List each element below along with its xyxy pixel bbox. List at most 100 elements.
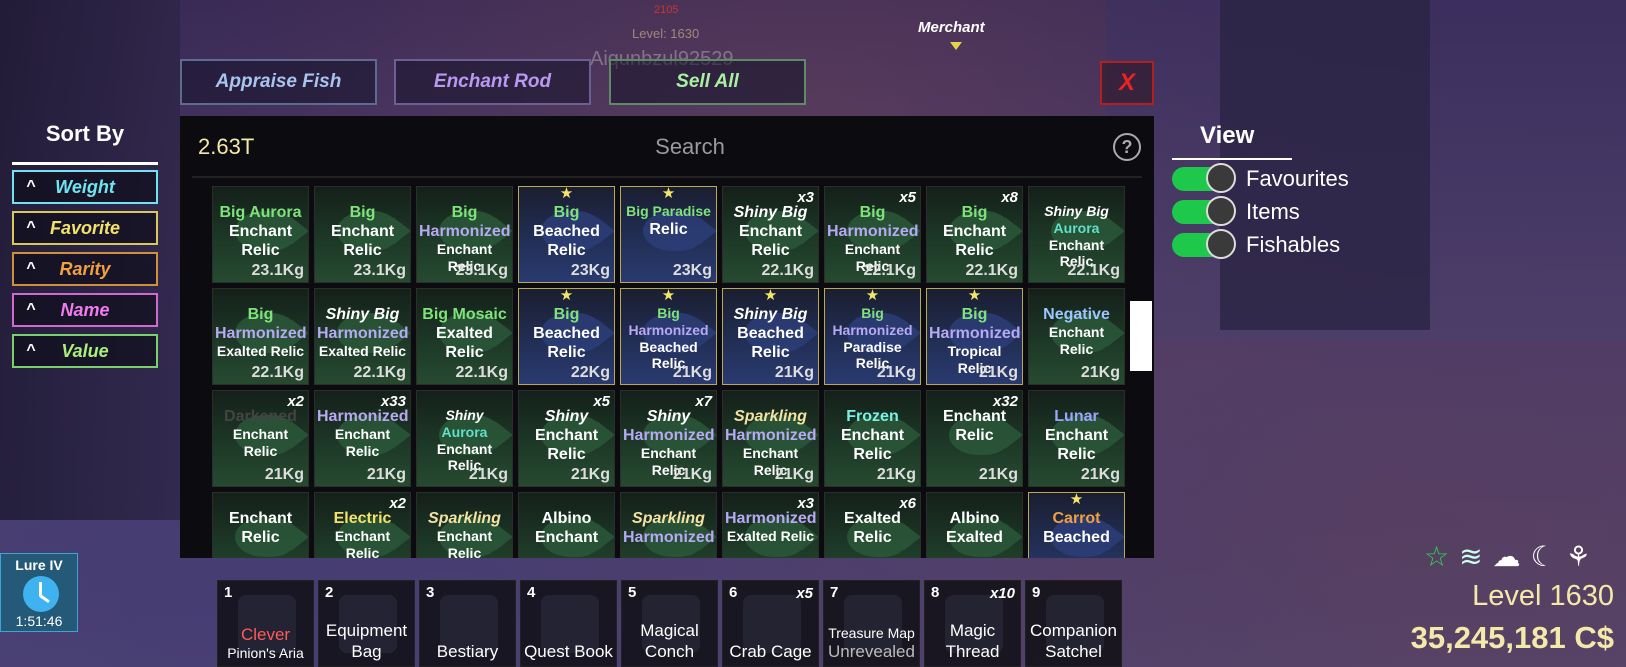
hotbar-slot-label: Magical Conch [624, 621, 715, 662]
hotbar-slot-7[interactable]: 7 Treasure Map Unrevealed [823, 580, 920, 667]
hotbar-slot-label: Treasure Map Unrevealed [826, 625, 917, 662]
inventory-item[interactable]: Big Mosaic Exalted Relic 22.1Kg [416, 288, 513, 385]
inventory-item[interactable]: ★ Big Beached Relic 23Kg [518, 186, 615, 283]
inventory-item[interactable]: ★ Carrot Beached [1028, 492, 1125, 558]
item-name-line: Enchant Relic [436, 528, 493, 558]
inventory-item[interactable]: x5 Shiny Enchant Relic 21Kg [518, 390, 615, 487]
hotbar-slot-2[interactable]: 2 Equipment Bag [318, 580, 415, 667]
inventory-item[interactable]: Sparkling Harmonized Enchant Relic 21Kg [722, 390, 819, 487]
inventory-item[interactable]: x7 Shiny Harmonized Enchant Relic 21Kg [620, 390, 717, 487]
item-name: Harmonized Exalted Relic [725, 509, 817, 545]
item-name-line: Relic [751, 242, 790, 260]
search-input[interactable] [480, 130, 900, 164]
inventory-item[interactable]: Big Aurora Enchant Relic 23.1Kg [212, 186, 309, 283]
item-weight: 22Kg [570, 364, 610, 381]
player-level: Level 1630 [1472, 580, 1614, 612]
inventory-item[interactable]: Lunar Enchant Relic 21Kg [1028, 390, 1125, 487]
inventory-item[interactable]: x6 Exalted Relic [824, 492, 921, 558]
background-door [1220, 0, 1430, 330]
item-weight: 23.1Kg [353, 262, 406, 279]
inventory-item[interactable]: ★ Big Harmonized Beached Relic 21Kg [620, 288, 717, 385]
inventory-item[interactable]: Big Enchant Relic 23.1Kg [314, 186, 411, 283]
toggle-switch[interactable] [1172, 196, 1236, 226]
item-name-line: Exalted [844, 510, 901, 527]
view-toggle-favourites[interactable]: Favourites [1172, 163, 1349, 193]
inventory-item[interactable]: Albino Exalted [926, 492, 1023, 558]
favorite-star-icon: ★ [661, 288, 676, 304]
sort-by-title: Sort By [45, 121, 125, 146]
item-name-line: Big [961, 306, 988, 323]
inventory-item[interactable]: Albino Enchant [518, 492, 615, 558]
view-toggle-fishables[interactable]: Fishables [1172, 229, 1341, 259]
item-name-line: Big [451, 204, 478, 221]
inventory-scrollbar[interactable] [1130, 301, 1152, 371]
inventory-item[interactable]: x3 Shiny Big Enchant Relic 22.1Kg [722, 186, 819, 283]
sort-name-button[interactable]: ^ Name [12, 293, 158, 327]
hotbar-slot-3[interactable]: 3 Bestiary [419, 580, 516, 667]
inventory-item[interactable]: Frozen Enchant Relic 21Kg [824, 390, 921, 487]
hotbar-slot-5[interactable]: 5 Magical Conch [621, 580, 718, 667]
chevron-up-icon: ^ [26, 301, 36, 318]
item-name: Carrot Beached [1031, 509, 1122, 547]
inventory-item[interactable]: x33 Harmonized Enchant Relic 21Kg [314, 390, 411, 487]
item-name-line: Enchant [942, 223, 1007, 241]
item-name-line: Big [657, 305, 680, 321]
item-weight: 21Kg [1080, 466, 1120, 483]
hotbar-slot-6[interactable]: 6 x5 Crab Cage [722, 580, 819, 667]
toggle-label: Fishables [1246, 232, 1341, 257]
inventory-item[interactable]: x2 Darkened Enchant Relic 21Kg [212, 390, 309, 487]
sell-all-button[interactable]: Sell All [609, 59, 806, 105]
view-toggle-items[interactable]: Items [1172, 196, 1300, 226]
hotbar-slot-9[interactable]: 9 Companion Satchel [1025, 580, 1122, 667]
status-icons: ☆ ≋ ☁ ☾ ⚘ [1424, 540, 1591, 573]
inventory-item[interactable]: x32 Enchant Relic 21Kg [926, 390, 1023, 487]
inventory-item[interactable]: ★ Shiny Big Beached Relic 21Kg [722, 288, 819, 385]
item-name-line: Exalted [946, 529, 1003, 547]
item-name-line: Sparkling [734, 408, 807, 425]
sort-rarity-button[interactable]: ^ Rarity [12, 252, 158, 286]
hotbar-slot-number: 5 [628, 584, 637, 601]
appraise-fish-button[interactable]: Appraise Fish [180, 59, 377, 105]
enchant-rod-button[interactable]: Enchant Rod [394, 59, 591, 105]
inventory-item[interactable]: Sparkling Enchant Relic [416, 492, 513, 558]
inventory-item[interactable]: Sparkling Harmonized [620, 492, 717, 558]
inventory-item[interactable]: x2 Electric Enchant Relic [314, 492, 411, 558]
inventory-item[interactable]: Shiny Aurora Enchant Relic 21Kg [416, 390, 513, 487]
inventory-item[interactable]: ★ Big Paradise Relic 23Kg [620, 186, 717, 283]
damage-tag: 2105 [654, 4, 679, 16]
sort-weight-button[interactable]: ^ Weight [12, 170, 158, 204]
item-weight: 21Kg [774, 466, 814, 483]
inventory-item[interactable]: ★ Big Harmonized Paradise Relic 21Kg [824, 288, 921, 385]
hotbar-slot-label-line: Quest Book [524, 641, 613, 661]
inventory-item[interactable]: Enchant Relic [212, 492, 309, 558]
hotbar-slot-1[interactable]: 1 Clever Pinion's Aria [217, 580, 314, 667]
item-name-line: Enchant [228, 223, 293, 241]
inventory-item[interactable]: x3 Harmonized Exalted Relic [722, 492, 819, 558]
toggle-label: Favourites [1246, 166, 1349, 191]
inventory-item[interactable]: Big Harmonized Exalted Relic 22.1Kg [212, 288, 309, 385]
item-name-line: Carrot [1052, 510, 1101, 527]
merchant-label: Merchant [918, 19, 985, 36]
hotbar-slot-8[interactable]: 8 x10 Magic Thread [924, 580, 1021, 667]
sort-favorite-button[interactable]: ^ Favorite [12, 211, 158, 245]
sort-value-button[interactable]: ^ Value [12, 334, 158, 368]
close-button[interactable]: X [1100, 61, 1154, 105]
hotbar-slot-label-line: Pinion's Aria [227, 645, 304, 662]
help-icon[interactable]: ? [1113, 133, 1141, 161]
favorite-star-icon: ★ [559, 288, 574, 304]
inventory-item[interactable]: ★ Big Beached Relic 22Kg [518, 288, 615, 385]
toggle-switch[interactable] [1172, 229, 1236, 259]
item-name-line: Harmonized [929, 325, 1021, 343]
inventory-item[interactable]: x8 Big Enchant Relic 22.1Kg [926, 186, 1023, 283]
inventory-item[interactable]: x5 Big Harmonized Enchant Relic 22.1Kg [824, 186, 921, 283]
clock-icon [23, 576, 59, 612]
inventory-item[interactable]: Negative Enchant Relic 21Kg [1028, 288, 1125, 385]
toggle-switch[interactable] [1172, 163, 1236, 193]
item-name-line: Enchant [228, 510, 293, 527]
inventory-item[interactable]: Shiny Big Harmonized Exalted Relic 22.1Kg [314, 288, 411, 385]
inventory-item[interactable]: Shiny Big Aurora Enchant Relic 22.1Kg [1028, 186, 1125, 283]
hotbar-slot-4[interactable]: 4 Quest Book [520, 580, 617, 667]
inventory-item[interactable]: Big Harmonized Enchant Relic 23.1Kg [416, 186, 513, 283]
inventory-item[interactable]: ★ Big Harmonized Tropical Relic 21Kg [926, 288, 1023, 385]
item-weight: 21Kg [366, 466, 406, 483]
